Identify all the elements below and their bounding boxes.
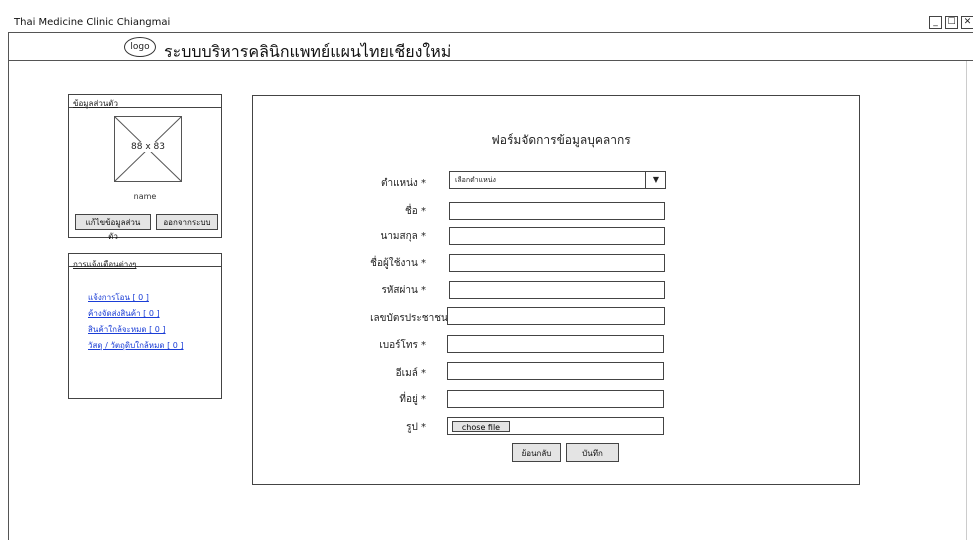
position-select-value: เลือกตำแหน่ง xyxy=(455,176,496,184)
username-label: ชื่อผู้ใช้งาน * xyxy=(370,258,426,269)
notification-link-transfer[interactable]: แจ้งการโอน [ 0 ] xyxy=(88,291,149,304)
photo-upload-label: รูป * xyxy=(406,422,426,433)
password-input[interactable] xyxy=(449,281,665,299)
address-label: ที่อยู่ * xyxy=(399,394,426,405)
last-name-input[interactable] xyxy=(449,227,665,245)
save-button[interactable]: บันทึก xyxy=(566,443,619,462)
form-title: ฟอร์มจัดการข้อมูลบุคลากร xyxy=(491,133,631,147)
vertical-scrollbar[interactable] xyxy=(966,61,973,540)
logo: logo xyxy=(124,37,156,57)
username-input[interactable] xyxy=(449,254,665,272)
notification-link-low-stock[interactable]: สินค้าใกล้จะหมด [ 0 ] xyxy=(88,323,166,336)
profile-name: name xyxy=(133,192,157,201)
last-name-label: นามสกุล * xyxy=(380,231,426,242)
minimize-button[interactable]: _ xyxy=(929,16,942,29)
close-button[interactable]: ✕ xyxy=(961,16,973,29)
logout-button[interactable]: ออกจากระบบ xyxy=(156,214,218,230)
choose-file-button[interactable]: chose file xyxy=(452,421,510,432)
password-label: รหัสผ่าน * xyxy=(381,285,426,296)
email-label: อีเมล์ * xyxy=(395,368,426,379)
maximize-button[interactable]: ☐ xyxy=(945,16,958,29)
app-title: ระบบบริหารคลินิกแพทย์แผนไทยเชียงใหม่ xyxy=(164,42,452,61)
photo-size-label: 88 x 83 xyxy=(130,142,166,152)
edit-profile-button[interactable]: แก้ไขข้อมูลส่วนตัว xyxy=(75,214,151,241)
address-input[interactable] xyxy=(447,390,664,408)
email-input[interactable] xyxy=(447,362,664,380)
profile-panel-title: ข้อมูลส่วนตัว xyxy=(73,99,118,108)
phone-input[interactable] xyxy=(447,335,664,353)
notification-link-pending-delivery[interactable]: ค้างจัดส่งสินค้า [ 0 ] xyxy=(88,307,160,320)
phone-label: เบอร์โทร * xyxy=(379,340,426,351)
first-name-input[interactable] xyxy=(449,202,665,220)
notification-link-low-materials[interactable]: วัสดุ / วัตถุดิบใกล้หมด [ 0 ] xyxy=(88,339,184,352)
id-card-input[interactable] xyxy=(447,307,665,325)
notifications-panel-title: การแจ้งเตือนต่างๆ xyxy=(73,260,137,269)
window-title: Thai Medicine Clinic Chiangmai xyxy=(14,17,171,28)
back-button[interactable]: ย้อนกลับ xyxy=(512,443,561,462)
id-card-label: เลขบัตรประชาชน * xyxy=(370,313,456,324)
position-label: ตำแหน่ง * xyxy=(380,178,426,189)
first-name-label: ชื่อ * xyxy=(405,206,426,217)
dropdown-arrow-icon[interactable]: ▼ xyxy=(645,171,666,189)
